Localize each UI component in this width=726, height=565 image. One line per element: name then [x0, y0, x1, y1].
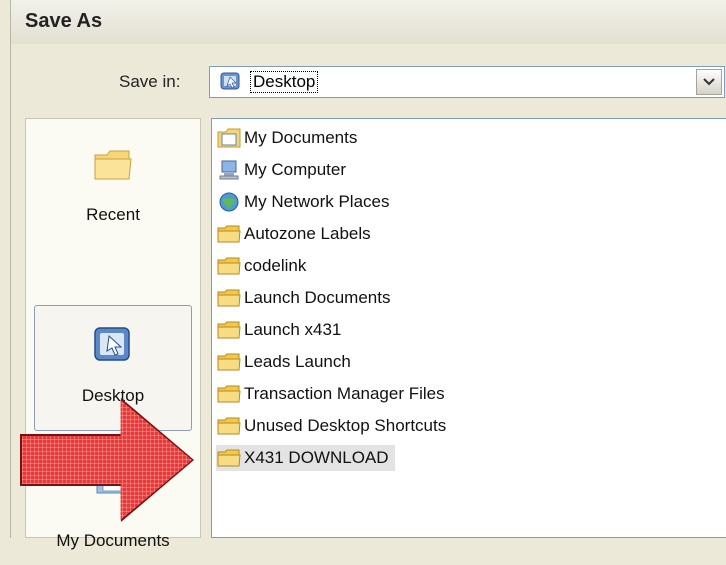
- item-label: Launch x431: [244, 320, 342, 339]
- place-label: Desktop: [81, 386, 145, 405]
- save-in-dropdown[interactable]: Desktop: [209, 66, 725, 98]
- item-label: Leads Launch: [244, 352, 351, 371]
- my-computer-icon: [219, 160, 239, 180]
- folder-icon: [217, 353, 241, 371]
- item-label: Launch Documents: [244, 288, 391, 307]
- list-item[interactable]: My Computer: [216, 157, 346, 183]
- item-label: My Documents: [244, 128, 358, 147]
- item-label: Autozone Labels: [244, 224, 371, 243]
- place-recent[interactable]: Recent: [34, 125, 192, 251]
- folder-icon: [217, 321, 241, 339]
- desktop-icon: [91, 324, 135, 368]
- file-list[interactable]: My Documents My Computer My Network Plac…: [211, 118, 726, 538]
- folder-icon: [217, 257, 241, 275]
- list-item[interactable]: Leads Launch: [216, 349, 351, 375]
- save-in-value: Desktop: [250, 71, 319, 93]
- list-item[interactable]: X431 DOWNLOAD: [216, 445, 395, 471]
- list-item[interactable]: Launch Documents: [216, 285, 390, 311]
- save-in-label: Save in:: [119, 72, 181, 91]
- list-item[interactable]: Transaction Manager Files: [216, 381, 445, 407]
- chevron-down-icon: [703, 78, 715, 86]
- list-item[interactable]: codelink: [216, 253, 306, 279]
- folder-icon: [217, 449, 241, 467]
- folder-icon: [217, 225, 241, 243]
- network-places-icon: [219, 192, 239, 212]
- item-label: Unused Desktop Shortcuts: [244, 416, 447, 435]
- folder-icon: [217, 385, 241, 403]
- folder-icon: [217, 289, 241, 307]
- list-item[interactable]: My Network Places: [216, 189, 389, 215]
- item-label: Transaction Manager Files: [244, 384, 445, 403]
- item-label: X431 DOWNLOAD: [244, 448, 389, 467]
- item-label: codelink: [244, 256, 307, 275]
- list-item[interactable]: Launch x431: [216, 317, 341, 343]
- dropdown-button[interactable]: [696, 69, 722, 95]
- item-label: My Computer: [244, 160, 347, 179]
- folder-icon: [217, 417, 241, 435]
- place-desktop[interactable]: Desktop: [34, 305, 192, 431]
- recent-folder-icon: [91, 143, 135, 187]
- place-label: My Documents: [56, 531, 170, 550]
- item-label: My Network Places: [244, 192, 390, 211]
- desktop-icon: [220, 71, 242, 93]
- list-item[interactable]: My Documents: [216, 125, 357, 151]
- title-bar: Save As: [10, 0, 726, 44]
- my-documents-icon: [217, 128, 241, 148]
- place-label: Recent: [86, 205, 140, 224]
- dialog-title: Save As: [25, 10, 103, 32]
- list-item[interactable]: Autozone Labels: [216, 221, 371, 247]
- list-item[interactable]: Unused Desktop Shortcuts: [216, 413, 446, 439]
